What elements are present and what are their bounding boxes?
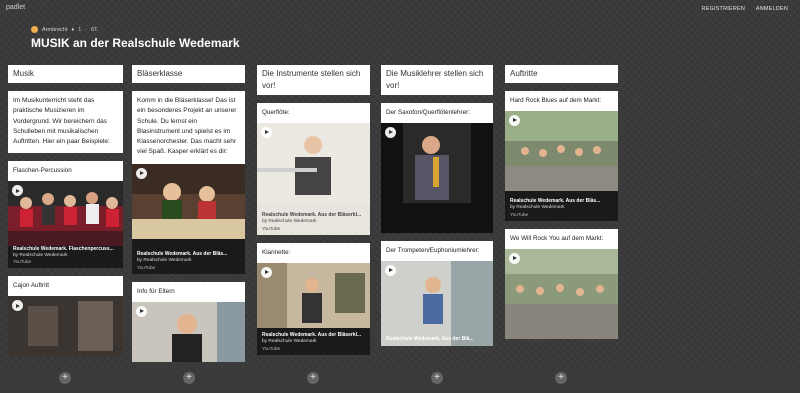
column-auftritte: Auftritte Hard Rock Blues auf dem Markt:…	[505, 65, 618, 365]
play-icon[interactable]	[261, 266, 272, 278]
video-card[interactable]: Hard Rock Blues auf dem Markt: Realschul…	[505, 91, 618, 221]
play-icon[interactable]	[385, 126, 396, 138]
padlet-logo[interactable]: padlet	[6, 4, 25, 11]
video-thumbnail	[257, 262, 370, 328]
video-card[interactable]: Realschule Wedemark. Aus der Bläs... by …	[132, 163, 245, 274]
play-icon[interactable]	[136, 167, 147, 179]
video-embed[interactable]: Realschule Wedemark. Aus der Bläs... by …	[505, 110, 618, 221]
register-link[interactable]: REGISTRIEREN	[701, 6, 745, 12]
column-instrumente: Die Instrumente stellen sich vor! Querfl…	[257, 65, 370, 365]
video-card[interactable]: Der Saxofon/Querflötenlehrer:	[381, 103, 493, 233]
page-title: MUSIK an der Realschule Wedemark	[31, 36, 240, 50]
bottom-fade	[0, 363, 800, 393]
video-source: YouTube	[510, 211, 529, 217]
card-text: Im Musikunterricht steht das praktische …	[13, 97, 110, 146]
play-icon[interactable]	[136, 305, 147, 317]
login-link[interactable]: ANMELDEN	[756, 6, 788, 12]
video-embed[interactable]	[132, 301, 245, 362]
video-meta: Realschule Wedemark. Aus der Bläs... by …	[132, 249, 245, 274]
video-source: YouTube	[13, 259, 32, 265]
video-thumbnail	[8, 296, 123, 357]
video-card[interactable]: Der Trompeten/Euphoniumlehrer: Realschul…	[381, 240, 493, 346]
avatar[interactable]	[31, 26, 38, 33]
video-source: YouTube	[262, 345, 281, 351]
column-header[interactable]: Auftritte	[505, 65, 618, 83]
video-card[interactable]: Info für Eltern	[132, 281, 245, 362]
video-title[interactable]: Realschule Wedemark. Flaschenpercuss...	[13, 246, 118, 253]
play-icon[interactable]	[509, 114, 520, 126]
video-thumbnail	[257, 122, 370, 203]
separator: ·	[85, 26, 88, 33]
video-embed[interactable]: Realschule Wedemark. Flaschenpercuss... …	[8, 181, 123, 269]
heart-icon: ♦	[71, 26, 75, 33]
text-card[interactable]: Komm in die Bläserklasse! Das ist ein be…	[132, 91, 245, 164]
video-card[interactable]: Flaschen-Percussion Realschule Wedemark.…	[8, 161, 123, 269]
video-thumbnail	[381, 122, 493, 233]
play-icon[interactable]	[509, 252, 520, 264]
video-source: YouTube	[262, 225, 281, 231]
top-bar: padlet REGISTRIEREN ANMELDEN	[0, 0, 800, 18]
video-thumbnail	[132, 163, 245, 239]
video-embed[interactable]: Realschule Wedemark. Aus der Bläs... by …	[132, 163, 245, 274]
video-meta: Realschule Wedemark. Flaschenpercuss... …	[8, 244, 123, 269]
likes-count: 1	[78, 26, 82, 33]
video-card[interactable]: We Will Rock You auf dem Markt:	[505, 228, 618, 339]
video-thumbnail	[8, 181, 123, 247]
add-post-button[interactable]: +	[555, 372, 567, 384]
column-musiklehrer: Die Musiklehrer stellen sich vor! Der Sa…	[381, 65, 493, 365]
column-blaeserklasse: Bläserklasse Komm in die Bläserklasse! D…	[132, 65, 245, 365]
video-embed[interactable]: Realschule Wedemark. Aus der Bläserkl...…	[257, 122, 370, 235]
video-card[interactable]: Klarinette: Realschule Wedemark. Aus der…	[257, 242, 370, 355]
video-title[interactable]: Realschule Wedemark. Aus der Blä...	[386, 336, 488, 343]
column-header[interactable]: Die Instrumente stellen sich vor!	[257, 65, 370, 95]
play-icon[interactable]	[261, 126, 272, 138]
video-embed[interactable]: Realschule Wedemark. Aus der Blä...	[381, 260, 493, 346]
video-meta: Realschule Wedemark. Aus der Bläs... by …	[505, 196, 618, 221]
column-header[interactable]: Bläserklasse	[132, 65, 245, 83]
video-embed[interactable]: Realschule Wedemark. Aus der Bläserkl...…	[257, 262, 370, 355]
add-post-button[interactable]: +	[183, 372, 195, 384]
video-meta: Realschule Wedemark. Aus der Blä...	[381, 334, 493, 346]
column-header[interactable]: Die Musiklehrer stellen sich vor!	[381, 65, 493, 95]
card-title: Flaschen-Percussion	[13, 167, 72, 175]
card-title: Cajon Auftritt	[13, 282, 50, 290]
video-embed-light[interactable]: Realschule Wedemark. Aus der Bläserkl...…	[257, 122, 370, 235]
add-post-button[interactable]: +	[59, 372, 71, 384]
video-meta: Realschule Wedemark. Aus der Bläserkl...…	[257, 210, 370, 235]
card-title: We Will Rock You auf dem Markt:	[510, 234, 604, 242]
video-thumbnail	[132, 301, 245, 362]
video-meta: Realschule Wedemark. Aus der Bläserkl...…	[257, 330, 370, 355]
play-icon[interactable]	[12, 300, 23, 312]
card-title: Querflöte:	[262, 109, 290, 116]
column-header[interactable]: Musik	[8, 65, 123, 83]
text-card[interactable]: Im Musikunterricht steht das praktische …	[8, 91, 123, 154]
author-name[interactable]: Armbrecht	[42, 27, 67, 33]
add-post-button[interactable]: +	[307, 372, 319, 384]
post-date: 6T.	[91, 26, 99, 33]
play-icon[interactable]	[385, 264, 396, 276]
post-meta: Armbrecht ♦ 1 · 6T.	[31, 26, 98, 33]
card-title: Der Trompeten/Euphoniumlehrer:	[386, 246, 480, 254]
card-title: Info für Eltern	[137, 287, 175, 295]
video-embed[interactable]	[381, 122, 493, 233]
column-musik: Musik Im Musikunterricht steht das prakt…	[8, 65, 123, 365]
video-card[interactable]: Querflöte: Realschule Wedemark. Aus der …	[257, 103, 370, 235]
video-source: YouTube	[137, 264, 156, 270]
card-title: Der Saxofon/Querflötenlehrer:	[386, 109, 471, 116]
video-embed[interactable]	[505, 248, 618, 339]
video-embed[interactable]	[8, 296, 123, 357]
add-post-button[interactable]: +	[431, 372, 443, 384]
card-title: Hard Rock Blues auf dem Markt:	[510, 97, 601, 104]
video-thumbnail	[505, 248, 618, 339]
card-text: Komm in die Bläserklasse! Das ist ein be…	[137, 97, 237, 156]
video-card[interactable]: Cajon Auftritt	[8, 276, 123, 357]
video-thumbnail	[505, 110, 618, 191]
card-title: Klarinette:	[262, 248, 291, 256]
auth-links: REGISTRIEREN ANMELDEN	[692, 6, 788, 12]
